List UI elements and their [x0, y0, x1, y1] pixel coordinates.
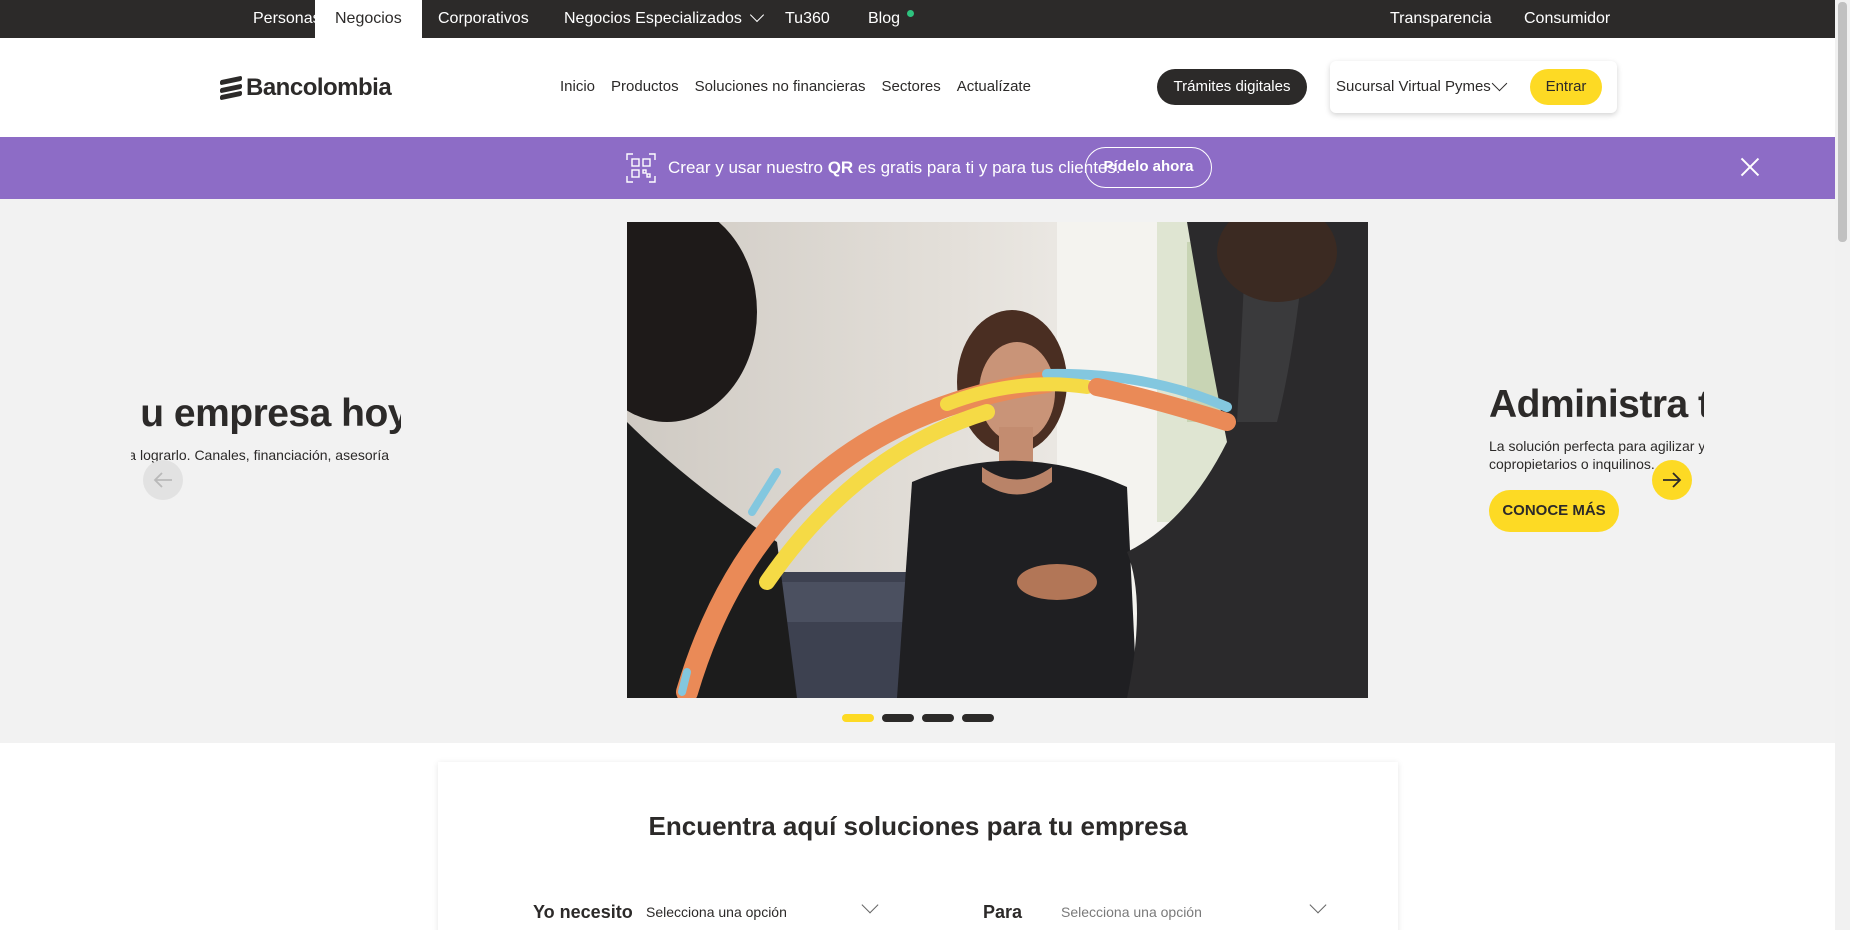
segment-tu360[interactable]: Tu360	[765, 0, 850, 38]
for-select[interactable]: Selecciona una opción	[1061, 904, 1202, 920]
chevron-down-icon[interactable]	[861, 896, 879, 914]
carousel-next-button[interactable]	[1652, 460, 1692, 500]
segment-corporativos[interactable]: Corporativos	[418, 0, 549, 38]
promo-text-start: Crear y usar nuestro	[668, 158, 828, 177]
nav-inicio[interactable]: Inicio	[560, 78, 595, 95]
logo-text: Bancolombia	[246, 74, 392, 101]
link-transparencia[interactable]: Transparencia	[1370, 0, 1512, 38]
nav-actualizate[interactable]: Actualízate	[957, 78, 1031, 95]
for-label: Para	[983, 902, 1023, 922]
scrollbar-thumb[interactable]	[1838, 2, 1847, 242]
main-nav: Inicio Productos Soluciones no financier…	[560, 78, 1047, 95]
promo-text-end: es gratis para ti y para tus clientes.	[853, 158, 1121, 177]
carousel-pagination	[842, 714, 994, 722]
chevron-down-icon[interactable]	[1309, 896, 1327, 914]
carousel-dot-4[interactable]	[962, 714, 994, 722]
nav-soluciones-no-financieras[interactable]: Soluciones no financieras	[695, 78, 866, 95]
close-icon[interactable]	[1740, 157, 1760, 177]
segment-blog[interactable]: Blog	[848, 0, 924, 38]
pidelo-ahora-button[interactable]: Pídelo ahora	[1085, 147, 1212, 188]
arrow-left-icon	[153, 472, 172, 488]
segment-blog-label: Blog	[868, 10, 901, 27]
segment-negocios[interactable]: Negocios	[315, 0, 422, 38]
segment-negocios-especializados-label: Negocios Especializados	[564, 10, 742, 27]
need-label: Yo necesito	[533, 902, 633, 922]
carousel-dot-2[interactable]	[882, 714, 914, 722]
need-select[interactable]: Selecciona una opción	[646, 904, 787, 920]
promo-text: Crear y usar nuestro QR es gratis para t…	[668, 158, 1121, 178]
segment-negocios-especializados[interactable]: Negocios Especializados	[544, 0, 782, 38]
sucursal-virtual-box: Sucursal Virtual Pymes Entrar	[1330, 61, 1617, 113]
qr-promo-banner: Crear y usar nuestro QR es gratis para t…	[0, 137, 1835, 199]
solutions-finder-card: Encuentra aquí soluciones para tu empres…	[438, 762, 1398, 930]
conoce-mas-button[interactable]: CONOCE MÁS	[1489, 490, 1619, 532]
nav-productos[interactable]: Productos	[611, 78, 679, 95]
page: Personas Negocios Corporativos Negocios …	[0, 0, 1850, 930]
hero-image	[627, 222, 1368, 698]
previous-slide-title: u empresa hoy	[140, 392, 401, 435]
bancolombia-logo-icon	[220, 75, 242, 101]
tramites-digitales-button[interactable]: Trámites digitales	[1157, 69, 1307, 105]
bancolombia-logo[interactable]: Bancolombia	[220, 74, 392, 102]
link-consumidor[interactable]: Consumidor	[1504, 0, 1630, 38]
new-indicator-dot	[907, 10, 915, 17]
top-segment-bar: Personas Negocios Corporativos Negocios …	[0, 0, 1835, 38]
arrow-right-icon	[1663, 472, 1682, 488]
hero-carousel: u empresa hoy a lograrlo. Canales, finan…	[0, 199, 1835, 743]
sucursal-virtual-select[interactable]: Sucursal Virtual Pymes	[1336, 78, 1491, 95]
entrar-button[interactable]: Entrar	[1530, 69, 1602, 105]
nav-sectores[interactable]: Sectores	[882, 78, 941, 95]
carousel-dot-3[interactable]	[922, 714, 954, 722]
next-slide-title: Administra t	[1489, 383, 1704, 426]
promo-text-bold: QR	[827, 158, 854, 177]
chevron-down-icon[interactable]	[1491, 75, 1508, 92]
page-scrollbar[interactable]	[1835, 0, 1850, 930]
carousel-dot-1[interactable]	[842, 714, 874, 722]
finder-title: Encuentra aquí soluciones para tu empres…	[648, 811, 1188, 841]
carousel-prev-button[interactable]	[143, 460, 183, 500]
qr-code-icon	[626, 153, 656, 183]
chevron-down-icon	[749, 7, 764, 23]
main-header: Bancolombia Inicio Productos Soluciones …	[0, 38, 1835, 137]
